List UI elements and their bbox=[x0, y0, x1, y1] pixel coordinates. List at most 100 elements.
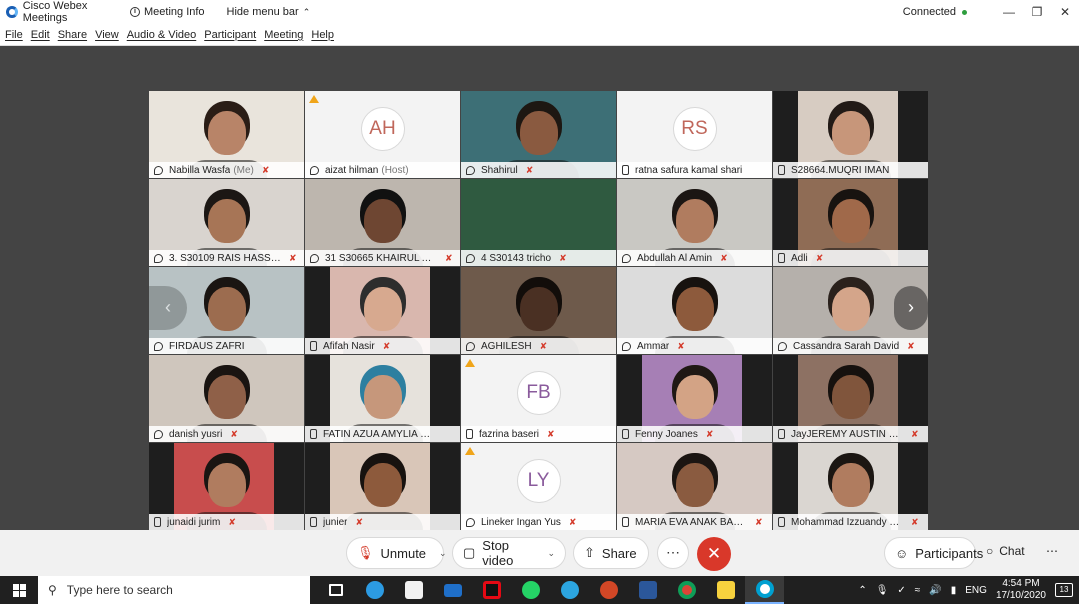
participant-tile[interactable]: junier ✘ bbox=[305, 443, 461, 530]
next-page-button[interactable]: › bbox=[894, 286, 928, 330]
participant-tile[interactable]: Afifah Nasir ✘ bbox=[305, 267, 461, 354]
participant-name-bar: 31 S30665 KHAIRUL ANU... ✘ bbox=[305, 250, 460, 266]
participant-tile[interactable]: Nabilla Wasfa (Me) ✘ bbox=[149, 91, 305, 178]
volume-icon[interactable]: 🔊 bbox=[929, 585, 941, 596]
participant-name-bar: Abdullah Al Amin ✘ bbox=[617, 250, 772, 266]
participant-name-bar: Mohammad Izzuandy Yu... ✘ bbox=[773, 514, 928, 530]
clock[interactable]: 4:54 PM 17/10/2020 bbox=[996, 578, 1046, 602]
mail-icon[interactable] bbox=[433, 576, 472, 604]
chrome-icon[interactable] bbox=[667, 576, 706, 604]
powerpoint-icon[interactable] bbox=[589, 576, 628, 604]
language-indicator[interactable]: ENG bbox=[965, 585, 987, 596]
taskbar-search[interactable]: ⚲ Type here to search bbox=[38, 576, 310, 604]
meeting-info-label: Meeting Info bbox=[144, 6, 205, 18]
menu-share[interactable]: Share bbox=[58, 29, 87, 41]
end-meeting-button[interactable]: ✕ bbox=[697, 537, 731, 571]
participant-tile[interactable]: Abdullah Al Amin ✘ bbox=[617, 179, 773, 266]
participant-name-bar: Shahirul ✘ bbox=[461, 162, 616, 178]
minimize-button[interactable]: — bbox=[995, 5, 1023, 19]
location-icon[interactable]: ✓ bbox=[897, 585, 905, 596]
participant-name-bar: Cassandra Sarah David ✘ bbox=[773, 338, 928, 354]
stop-video-button[interactable]: ▢ Stop video ⌄ bbox=[452, 537, 566, 569]
word-icon[interactable] bbox=[628, 576, 667, 604]
unmute-button[interactable]: 🎙 Unmute ⌄ bbox=[346, 537, 447, 569]
menu-view[interactable]: View bbox=[95, 29, 119, 41]
start-button[interactable] bbox=[0, 576, 38, 604]
menu-meeting[interactable]: Meeting bbox=[264, 29, 303, 41]
panel-more-button[interactable]: ⋯ bbox=[1046, 544, 1058, 558]
participant-name-bar: Afifah Nasir ✘ bbox=[305, 338, 460, 354]
phone-icon bbox=[778, 165, 785, 175]
share-button[interactable]: ⇧ Share bbox=[573, 537, 649, 569]
notifications-icon[interactable]: 13 bbox=[1055, 583, 1073, 597]
muted-mic-icon: ✘ bbox=[568, 516, 577, 527]
warning-icon bbox=[465, 447, 475, 455]
participant-tile[interactable]: Mohammad Izzuandy Yu... ✘ bbox=[773, 443, 929, 530]
menu-audio-video[interactable]: Audio & Video bbox=[127, 29, 197, 41]
store-icon[interactable] bbox=[394, 576, 433, 604]
meeting-info-button[interactable]: i Meeting Info bbox=[130, 6, 205, 18]
menu-participant[interactable]: Participant bbox=[204, 29, 256, 41]
muted-mic-icon: ✘ bbox=[355, 516, 364, 527]
microphone-muted-icon: 🎙 bbox=[357, 545, 374, 560]
participants-button[interactable]: ☺ Participants bbox=[884, 537, 983, 569]
participant-name: 4 S30143 tricho bbox=[481, 252, 552, 264]
menu-file[interactable]: File bbox=[5, 29, 23, 41]
muted-mic-icon: ✘ bbox=[907, 340, 915, 351]
muted-mic-icon: ✘ bbox=[525, 164, 534, 175]
microphone-icon[interactable]: 🎙 bbox=[876, 585, 889, 596]
menu-help[interactable]: Help bbox=[311, 29, 334, 41]
participant-tile[interactable]: RS ratna safura kamal shari bbox=[617, 91, 773, 178]
participant-tile[interactable]: junaidi jurim ✘ bbox=[149, 443, 305, 530]
participant-tile[interactable]: Shahirul ✘ bbox=[461, 91, 617, 178]
participant-tile[interactable]: 3. S30109 RAIS HASSAN ✘ bbox=[149, 179, 305, 266]
task-view-icon[interactable] bbox=[316, 576, 355, 604]
more-options-button[interactable]: ⋯ bbox=[657, 537, 689, 569]
participant-tile[interactable]: Adli ✘ bbox=[773, 179, 929, 266]
chevron-up-icon: ⌃ bbox=[302, 6, 311, 17]
chat-button[interactable]: ○ Chat bbox=[986, 544, 1025, 558]
participant-tile[interactable]: MARIA EVA ANAK BARUDI ✘ bbox=[617, 443, 773, 530]
battery-icon[interactable]: ▮ bbox=[951, 585, 957, 596]
phone-icon bbox=[310, 429, 317, 439]
netflix-icon[interactable] bbox=[472, 576, 511, 604]
participant-tile[interactable]: 31 S30665 KHAIRUL ANU... ✘ bbox=[305, 179, 461, 266]
participant-tile[interactable]: FATIN AZUA AMYLIA BIN... bbox=[305, 355, 461, 442]
participant-name: junier bbox=[323, 516, 348, 528]
muted-mic-icon: ✘ bbox=[230, 428, 238, 439]
menu-edit[interactable]: Edit bbox=[31, 29, 50, 41]
close-window-button[interactable]: ✕ bbox=[1051, 5, 1079, 19]
participant-tile[interactable]: Ammar ✘ bbox=[617, 267, 773, 354]
participant-name-bar: danish yusri ✘ bbox=[149, 426, 304, 442]
participant-tile[interactable]: danish yusri ✘ bbox=[149, 355, 305, 442]
sticky-notes-icon[interactable] bbox=[706, 576, 745, 604]
app-title-area: Cisco Webex Meetings bbox=[0, 0, 130, 24]
edge-browser-icon[interactable] bbox=[355, 576, 394, 604]
phone-icon bbox=[622, 429, 629, 439]
participant-tile[interactable]: JayJEREMY AUSTIN S293... ✘ bbox=[773, 355, 929, 442]
participant-name-bar: aizat hilman (Host) bbox=[305, 162, 460, 178]
hide-menu-bar-button[interactable]: Hide menu bar ⌃ bbox=[227, 6, 311, 18]
participant-initials: FB bbox=[516, 371, 561, 415]
webex-taskbar-icon[interactable] bbox=[745, 576, 784, 604]
participant-tile[interactable]: S28664.MUQRI IMAN bbox=[773, 91, 929, 178]
chevron-up-icon[interactable]: ⌃ bbox=[858, 585, 866, 596]
participant-tile[interactable]: 4 S30143 tricho ✘ bbox=[461, 179, 617, 266]
muted-mic-icon: ✘ bbox=[677, 340, 685, 351]
participant-tile[interactable]: LY Lineker Ingan Yus ✘ bbox=[461, 443, 617, 530]
wifi-icon[interactable]: ≈ bbox=[915, 585, 921, 596]
participant-tile[interactable]: AGHILESH ✘ bbox=[461, 267, 617, 354]
participant-tile[interactable]: Fenny Joanes ✘ bbox=[617, 355, 773, 442]
restore-button[interactable]: ❐ bbox=[1023, 5, 1051, 19]
headset-icon bbox=[154, 429, 163, 439]
participant-tile[interactable]: AH aizat hilman (Host) bbox=[305, 91, 461, 178]
headset-icon bbox=[622, 253, 631, 263]
chevron-down-icon: ⌄ bbox=[547, 547, 555, 558]
participant-name: Cassandra Sarah David bbox=[793, 340, 900, 352]
whatsapp-icon[interactable] bbox=[511, 576, 550, 604]
participant-tile[interactable]: FB fazrina baseri ✘ bbox=[461, 355, 617, 442]
participant-name: Nabilla Wasfa bbox=[169, 164, 231, 176]
telegram-icon[interactable] bbox=[550, 576, 589, 604]
system-tray: ⌃ 🎙 ✓ ≈ 🔊 ▮ ENG 4:54 PM 17/10/2020 13 bbox=[858, 578, 1079, 602]
headset-icon bbox=[778, 341, 787, 351]
